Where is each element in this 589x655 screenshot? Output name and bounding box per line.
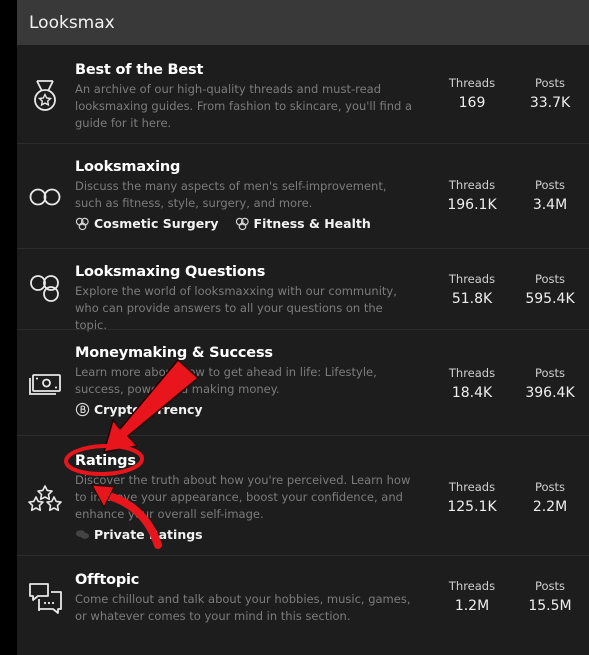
bitcoin-icon [75,402,90,417]
threads-stat: Threads 125.1K [437,479,507,517]
posts-label: Posts [534,272,566,286]
posts-count: 15.5M [528,598,572,614]
posts-stat: Posts 3.4M [515,177,585,215]
circles-icon [27,270,63,306]
forum-node-moneymaking: Moneymaking & Success Learn more about h… [17,330,589,436]
threads-label: Threads [448,579,496,593]
forum-node-looksmaxing: Looksmaxing Discuss the many aspects of … [17,144,589,249]
threads-stat: Threads 51.8K [437,271,507,309]
posts-stat: Posts 595.4K [515,271,585,309]
posts-count: 2.2M [532,499,568,515]
subforum-label: Cosmetic Surgery [94,216,219,231]
threads-count: 169 [458,95,486,111]
money-icon [27,366,63,402]
forum-node-offtopic: Offtopic Come chillout and talk about yo… [17,556,589,655]
threads-label: Threads [448,480,496,494]
posts-count: 595.4K [525,291,575,307]
forum-node-best-of-the-best: Best of the Best An archive of our high-… [17,45,589,144]
forum-title[interactable]: Looksmaxing Questions [75,262,415,282]
forum-description: Discuss the many aspects of men's self-i… [75,179,387,210]
subforum-list: Private Ratings [75,527,415,542]
threads-label: Threads [448,366,496,380]
posts-count: 3.4M [532,197,568,213]
posts-label: Posts [534,366,566,380]
posts-label: Posts [534,76,566,90]
threads-count: 125.1K [447,499,497,515]
subforum-list: Cosmetic Surgery Fitness & Health [75,216,415,231]
threads-count: 51.8K [451,291,493,307]
forum-title[interactable]: Best of the Best [75,60,415,80]
posts-label: Posts [534,579,566,593]
forum-node-ratings: Ratings Discover the truth about how you… [17,436,589,556]
forum-description: Explore the world of looksmaxxing with o… [75,284,397,332]
subforum-link[interactable]: Fitness & Health [235,216,371,231]
threads-stat: Threads 18.4K [437,365,507,403]
medal-icon [27,78,63,114]
posts-stat: Posts 2.2M [515,479,585,517]
forum-section-panel: Looksmax Best of the Best An archive of … [17,0,589,655]
subforum-link[interactable]: Cosmetic Surgery [75,216,219,231]
posts-count: 396.4K [525,385,575,401]
subforum-label: Fitness & Health [253,216,371,231]
infinity-icon [27,179,63,215]
threads-label: Threads [448,272,496,286]
chat-icon [27,578,63,614]
threads-count: 196.1K [447,197,497,213]
forum-title[interactable]: Looksmaxing [75,157,415,177]
posts-label: Posts [534,178,566,192]
forum-title[interactable]: Ratings [75,451,415,471]
section-title: Looksmax [29,12,115,33]
forum-description: Discover the truth about how you're perc… [75,473,411,521]
forum-title[interactable]: Moneymaking & Success [75,343,415,363]
threads-stat: Threads 1.2M [437,578,507,616]
subforum-list: Cryptocurrency [75,402,415,417]
posts-stat: Posts 33.7K [515,75,585,113]
speech-bubbles-icon [75,530,90,539]
posts-label: Posts [534,480,566,494]
threads-label: Threads [448,178,496,192]
forum-description: Come chillout and talk about your hobbie… [75,592,411,623]
section-header[interactable]: Looksmax [17,0,589,45]
threads-count: 18.4K [451,385,493,401]
forum-description: An archive of our high-quality threads a… [75,82,413,130]
threads-label: Threads [448,76,496,90]
posts-count: 33.7K [529,95,571,111]
forum-title[interactable]: Offtopic [75,570,415,590]
posts-stat: Posts 396.4K [515,365,585,403]
forum-description: Learn more about how to get ahead in lif… [75,365,377,396]
subforum-link[interactable]: Cryptocurrency [75,402,203,417]
subforum-label: Private Ratings [94,527,203,542]
stars-icon [27,480,63,516]
forum-node-looksmaxing-questions: Looksmaxing Questions Explore the world … [17,249,589,332]
threads-stat: Threads 196.1K [437,177,507,215]
subforum-label: Cryptocurrency [94,402,203,417]
subforum-link[interactable]: Private Ratings [75,527,203,542]
subforum-icon [75,217,89,231]
threads-count: 1.2M [454,598,490,614]
subforum-icon [235,217,249,231]
posts-stat: Posts 15.5M [515,578,585,616]
threads-stat: Threads 169 [437,75,507,113]
